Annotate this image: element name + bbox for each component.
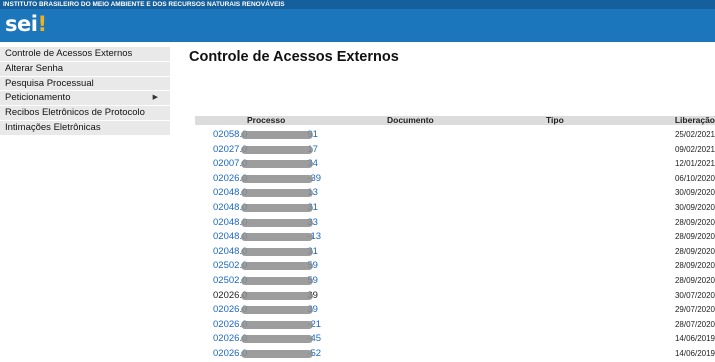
sidebar-item-label: Recibos Eletrônicos de Protocolo bbox=[5, 107, 145, 119]
release-date: 30/09/2020 bbox=[674, 202, 715, 212]
sidebar-item-label: Pesquisa Processual bbox=[5, 77, 94, 89]
release-date: 14/06/2019 bbox=[674, 348, 715, 358]
redaction-mark bbox=[241, 160, 313, 169]
logo-text: sei bbox=[5, 12, 38, 36]
table-row: 02048.03128/09/2020 bbox=[195, 245, 715, 260]
release-date: 09/02/2021 bbox=[674, 144, 715, 154]
submenu-arrow-icon: ▶ bbox=[152, 94, 158, 102]
redaction-mark bbox=[241, 320, 313, 329]
sei-logo[interactable]: sei! bbox=[5, 12, 47, 36]
table-row: 02026.0 -39 06/10/2020 bbox=[195, 172, 715, 187]
sidebar-item-pesquisa-processual[interactable]: Pesquisa Processual bbox=[0, 76, 170, 92]
release-date: 30/07/2020 bbox=[674, 290, 715, 300]
redaction-mark bbox=[241, 247, 313, 256]
column-header-tipo: Tipo bbox=[546, 115, 564, 125]
redaction-mark bbox=[241, 349, 313, 358]
redaction-mark bbox=[241, 189, 313, 198]
sidebar-item-label: Peticionamento bbox=[5, 92, 71, 104]
table-row: 02502.05928/09/2020 bbox=[195, 259, 715, 274]
release-date: 06/10/2020 bbox=[674, 173, 715, 183]
release-date: 28/09/2020 bbox=[674, 246, 715, 256]
column-header-processo: Processo bbox=[247, 115, 286, 125]
table-row: 02048.01330/09/2020 bbox=[195, 186, 715, 201]
release-date: 25/02/2021 bbox=[674, 130, 715, 139]
redaction-mark bbox=[241, 145, 313, 154]
table-row: 02048.03328/09/2020 bbox=[195, 216, 715, 231]
release-date: 28/09/2020 bbox=[674, 261, 715, 271]
release-date: 28/09/2020 bbox=[674, 232, 715, 242]
redaction-mark bbox=[241, 203, 313, 212]
table-row: 02026.0 -52 14/06/2019 bbox=[195, 347, 715, 362]
redaction-mark bbox=[241, 233, 313, 242]
redaction-mark bbox=[241, 335, 313, 344]
table-row: 02026.0 -21 28/07/2020 bbox=[195, 318, 715, 333]
sidebar-menu: Controle de Acessos Externos Alterar Sen… bbox=[0, 47, 170, 136]
table-row: 02026.03930/07/2020 bbox=[195, 289, 715, 304]
release-date: 28/07/2020 bbox=[674, 319, 715, 329]
redaction-mark bbox=[241, 218, 313, 227]
table-row: 02007.03412/01/2021 bbox=[195, 157, 715, 172]
logo-mark: ! bbox=[37, 12, 47, 36]
sidebar-item-controle-acessos[interactable]: Controle de Acessos Externos bbox=[0, 47, 170, 62]
table-header: Processo Documento Tipo Liberação bbox=[195, 116, 715, 125]
redaction-mark bbox=[241, 131, 313, 139]
table-row: 02048.03130/09/2020 bbox=[195, 201, 715, 216]
release-date: 28/09/2020 bbox=[674, 217, 715, 227]
redaction-mark bbox=[241, 276, 313, 285]
redaction-mark bbox=[241, 291, 313, 300]
sidebar-item-intimacoes[interactable]: Intimações Eletrônicas bbox=[0, 120, 170, 136]
brand-bar bbox=[0, 9, 715, 42]
redaction-mark bbox=[241, 174, 313, 183]
redaction-mark bbox=[241, 306, 313, 315]
sidebar-item-alterar-senha[interactable]: Alterar Senha bbox=[0, 61, 170, 77]
table-row: 02026.03929/07/2020 bbox=[195, 303, 715, 318]
table-row: 02026.0 -45 14/06/2019 bbox=[195, 332, 715, 347]
column-header-documento: Documento bbox=[387, 115, 434, 125]
sidebar-item-recibos[interactable]: Recibos Eletrônicos de Protocolo bbox=[0, 106, 170, 121]
release-date: 14/06/2019 bbox=[674, 334, 715, 344]
release-date: 28/09/2020 bbox=[674, 275, 715, 285]
table-row: 02048.0 -13 28/09/2020 bbox=[195, 230, 715, 245]
sidebar-item-label: Controle de Acessos Externos bbox=[5, 48, 133, 59]
column-header-liberacao: Liberação bbox=[674, 115, 715, 125]
release-date: 12/01/2021 bbox=[674, 159, 715, 169]
release-date: 30/09/2020 bbox=[674, 188, 715, 198]
sidebar-item-peticionamento[interactable]: Peticionamento ▶ bbox=[0, 91, 170, 107]
release-date: 29/07/2020 bbox=[674, 305, 715, 315]
institution-name: INSTITUTO BRASILEIRO DO MEIO AMBIENTE E … bbox=[3, 1, 285, 8]
table-row: 02502.05928/09/2020 bbox=[195, 274, 715, 289]
sidebar-item-label: Alterar Senha bbox=[5, 62, 64, 74]
table-row: 02027.01709/02/2021 bbox=[195, 143, 715, 158]
access-table-body: 02058.09125/02/2021 02027.01709/02/2021 … bbox=[195, 128, 715, 362]
page-title: Controle de Acessos Externos bbox=[189, 49, 399, 65]
redaction-mark bbox=[241, 262, 313, 271]
table-row: 02058.09125/02/2021 bbox=[195, 128, 715, 143]
sidebar-item-label: Intimações Eletrônicas bbox=[5, 121, 101, 133]
institution-banner: INSTITUTO BRASILEIRO DO MEIO AMBIENTE E … bbox=[0, 0, 715, 9]
